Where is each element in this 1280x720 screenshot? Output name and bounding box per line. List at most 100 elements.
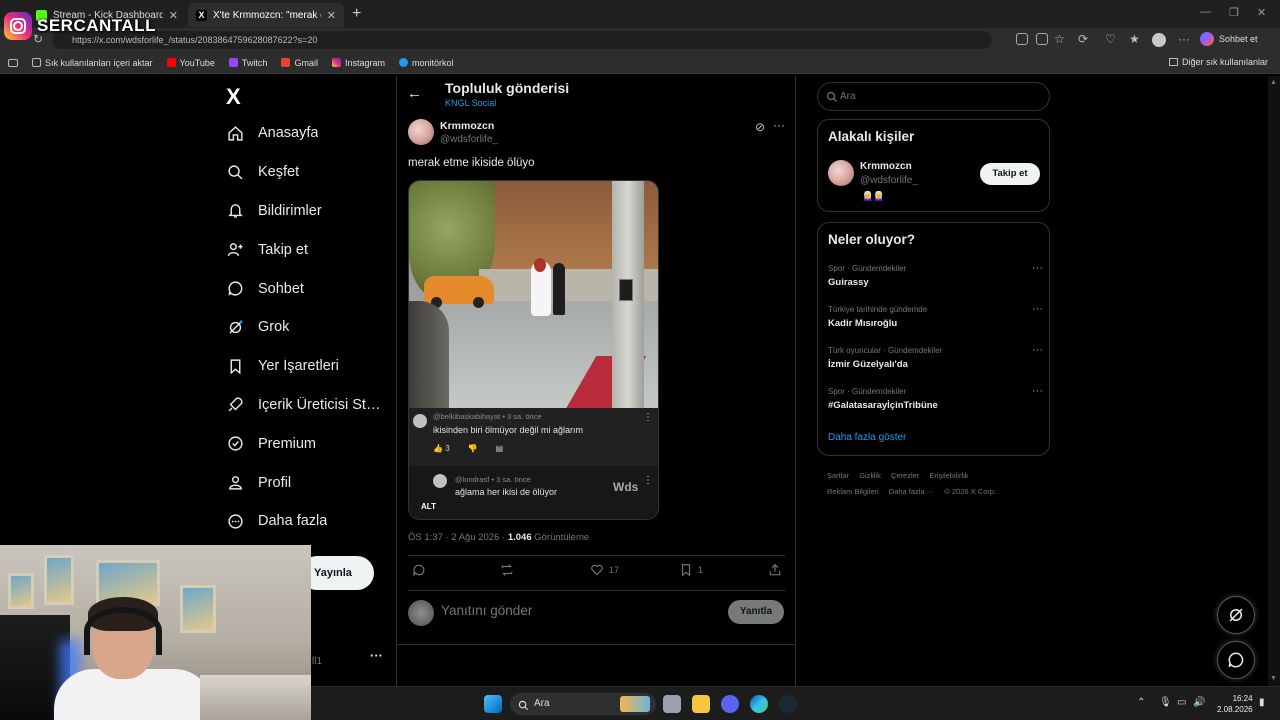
more-options-icon[interactable]: ··· bbox=[773, 118, 785, 132]
reader-icon[interactable] bbox=[1036, 33, 1048, 45]
task-view-icon[interactable] bbox=[663, 695, 681, 713]
nav-item-follow[interactable]: Takip et bbox=[226, 230, 396, 269]
trend-name: #GalatasarayİçinTribüne bbox=[828, 400, 938, 411]
discord-icon[interactable] bbox=[721, 695, 739, 713]
messages-fab-button[interactable] bbox=[1217, 641, 1255, 679]
nav-item-more[interactable]: Daha fazla bbox=[226, 502, 396, 541]
like-button[interactable]: 17 bbox=[590, 563, 619, 577]
new-tab-icon[interactable]: + bbox=[352, 5, 361, 23]
person-add-icon bbox=[226, 241, 244, 259]
bookmark-import[interactable]: Sık kullanılanları içeri aktar bbox=[32, 58, 153, 68]
extensions-icon[interactable]: ⟳ bbox=[1078, 32, 1088, 46]
grok-fab-button[interactable] bbox=[1217, 596, 1255, 634]
reply-input[interactable]: Yanıtını gönder bbox=[441, 603, 532, 618]
volume-icon[interactable]: 🔊 bbox=[1193, 697, 1205, 708]
favorites-icon[interactable]: ★ bbox=[1129, 32, 1140, 46]
close-window-icon[interactable]: ✕ bbox=[1257, 6, 1266, 19]
copilot-button[interactable]: Sohbet et bbox=[1200, 32, 1258, 46]
trend-more-icon[interactable]: ··· bbox=[1032, 262, 1043, 274]
trend-more-icon[interactable]: ··· bbox=[1032, 385, 1043, 397]
footer-link[interactable]: Daha fazla ··· bbox=[889, 487, 934, 496]
footer-link[interactable]: Reklam Bilgileri bbox=[827, 487, 879, 496]
back-arrow-icon[interactable]: ← bbox=[407, 85, 422, 102]
trend-item[interactable]: Türk oyuncular · Gündemdekiler İzmir Güz… bbox=[828, 344, 1043, 370]
bookmark-instagram[interactable]: Instagram bbox=[331, 58, 385, 68]
footer-link[interactable]: Gizlilik bbox=[859, 471, 881, 480]
taskbar-search[interactable]: Ara bbox=[510, 693, 656, 715]
app-icon[interactable] bbox=[1016, 33, 1028, 45]
comment-likes: 3 bbox=[445, 444, 450, 453]
file-explorer-icon[interactable] bbox=[692, 695, 710, 713]
related-avatar[interactable] bbox=[828, 160, 854, 186]
bookmark-monitorkol[interactable]: monitörkol bbox=[398, 58, 454, 68]
footer-link[interactable]: Şartlar bbox=[827, 471, 849, 480]
trend-more-icon[interactable]: ··· bbox=[1032, 344, 1043, 356]
nav-item-chat[interactable]: Sohbet bbox=[226, 269, 396, 308]
share-button[interactable] bbox=[768, 563, 782, 577]
trend-more-icon[interactable]: ··· bbox=[1032, 303, 1043, 315]
nav-item-creator-studio[interactable]: İçerik Üreticisi Stüdyosu bbox=[226, 386, 396, 425]
tab-x-post[interactable]: X X'te Krmmozcn: "merak etme ikisi de öl… bbox=[188, 3, 344, 27]
system-clock[interactable]: 16:24 2.08.2026 bbox=[1217, 693, 1253, 715]
maximize-icon[interactable]: ❐ bbox=[1229, 6, 1239, 19]
browser-menu-icon[interactable]: ··· bbox=[1178, 32, 1190, 46]
tweet-media[interactable]: @belkibaskabihayat • 3 sa. önce ikisinde… bbox=[408, 180, 659, 520]
bookmark-twitch[interactable]: Twitch bbox=[228, 58, 267, 68]
sidebar-toggle-icon[interactable] bbox=[8, 58, 18, 67]
nav-item-grok[interactable]: Grok bbox=[226, 308, 396, 347]
steam-icon[interactable] bbox=[779, 695, 797, 713]
nav-item-home[interactable]: Anasayfa bbox=[226, 114, 396, 153]
follow-button[interactable]: Takip et bbox=[980, 163, 1040, 185]
nav-item-profile[interactable]: Profil bbox=[226, 463, 396, 502]
community-link[interactable]: KNGL Social bbox=[445, 98, 496, 108]
reply-button[interactable] bbox=[412, 563, 426, 577]
nav-item-bookmarks[interactable]: Yer İşaretleri bbox=[226, 347, 396, 386]
close-tab-icon[interactable]: ✕ bbox=[169, 9, 178, 22]
close-tab-icon[interactable]: ✕ bbox=[327, 9, 336, 22]
search-input[interactable]: Ara bbox=[817, 82, 1050, 111]
grok-icon[interactable]: ⊘ bbox=[755, 120, 765, 134]
scroll-up-icon[interactable]: ▲ bbox=[1270, 79, 1277, 86]
repost-button[interactable] bbox=[500, 563, 514, 577]
minimize-icon[interactable]: — bbox=[1200, 6, 1211, 18]
comment-time: 3 sa. önce bbox=[496, 475, 531, 484]
favorite-star-icon[interactable]: ☆ bbox=[1054, 32, 1065, 46]
bookmark-button[interactable]: 1 bbox=[679, 563, 703, 577]
account-name[interactable]: ll1 bbox=[312, 656, 322, 667]
bookmark-gmail[interactable]: Gmail bbox=[281, 58, 318, 68]
url-field[interactable]: https://x.com/wdsforlife_/status/2083864… bbox=[52, 31, 992, 49]
like-count: 17 bbox=[609, 565, 620, 575]
nav-item-premium[interactable]: Premium bbox=[226, 424, 396, 463]
page-scrollbar[interactable] bbox=[1268, 76, 1280, 686]
tray-overflow-icon[interactable]: ⌃ bbox=[1137, 697, 1145, 708]
post-button[interactable]: Yayınla bbox=[300, 556, 374, 590]
windows-start-icon[interactable] bbox=[484, 695, 502, 713]
browser-essentials-icon[interactable]: ♡ bbox=[1105, 32, 1116, 46]
trend-item[interactable]: Spor · Gündemdekiler #GalatasarayİçinTri… bbox=[828, 385, 1043, 411]
copyright-text: © 2026 X Corp. bbox=[944, 487, 997, 496]
trend-item[interactable]: Spor · Gündemdekiler Guirassy ··· bbox=[828, 262, 1043, 288]
microphone-icon[interactable]: 🎙 bbox=[1159, 697, 1172, 708]
reply-submit-button[interactable]: Yanıtla bbox=[728, 600, 784, 624]
profile-avatar[interactable] bbox=[1152, 33, 1166, 47]
notifications-icon[interactable]: ▮ bbox=[1259, 697, 1265, 708]
edge-icon[interactable] bbox=[750, 695, 768, 713]
author-name[interactable]: Krmmozcn bbox=[440, 120, 494, 132]
bookmark-youtube[interactable]: YouTube bbox=[166, 58, 215, 68]
show-more-link[interactable]: Daha fazla göster bbox=[828, 432, 906, 443]
trend-context: Türk oyuncular · Gündemdekiler bbox=[828, 346, 943, 355]
network-icon[interactable]: ▭ bbox=[1177, 697, 1186, 708]
x-logo-icon[interactable]: X bbox=[226, 84, 241, 110]
nav-item-explore[interactable]: Keşfet bbox=[226, 153, 396, 192]
other-bookmarks[interactable]: Diğer sık kullanılanlar bbox=[1168, 57, 1268, 67]
nav-item-notifications[interactable]: Bildirimler bbox=[226, 192, 396, 231]
footer-link[interactable]: Çerezler bbox=[891, 471, 919, 480]
account-more-icon[interactable]: ··· bbox=[370, 648, 383, 663]
scroll-down-icon[interactable]: ▼ bbox=[1270, 675, 1277, 682]
author-handle[interactable]: @wdsforlife_ bbox=[440, 134, 498, 145]
footer-link[interactable]: Erişilebilirlik bbox=[929, 471, 968, 480]
alt-badge[interactable]: ALT bbox=[421, 502, 436, 511]
related-name[interactable]: Krmmozcn bbox=[860, 161, 912, 172]
author-avatar[interactable] bbox=[408, 119, 434, 145]
trend-item[interactable]: Türkiye tarihinde gündemde Kadir Mısıroğ… bbox=[828, 303, 1043, 329]
